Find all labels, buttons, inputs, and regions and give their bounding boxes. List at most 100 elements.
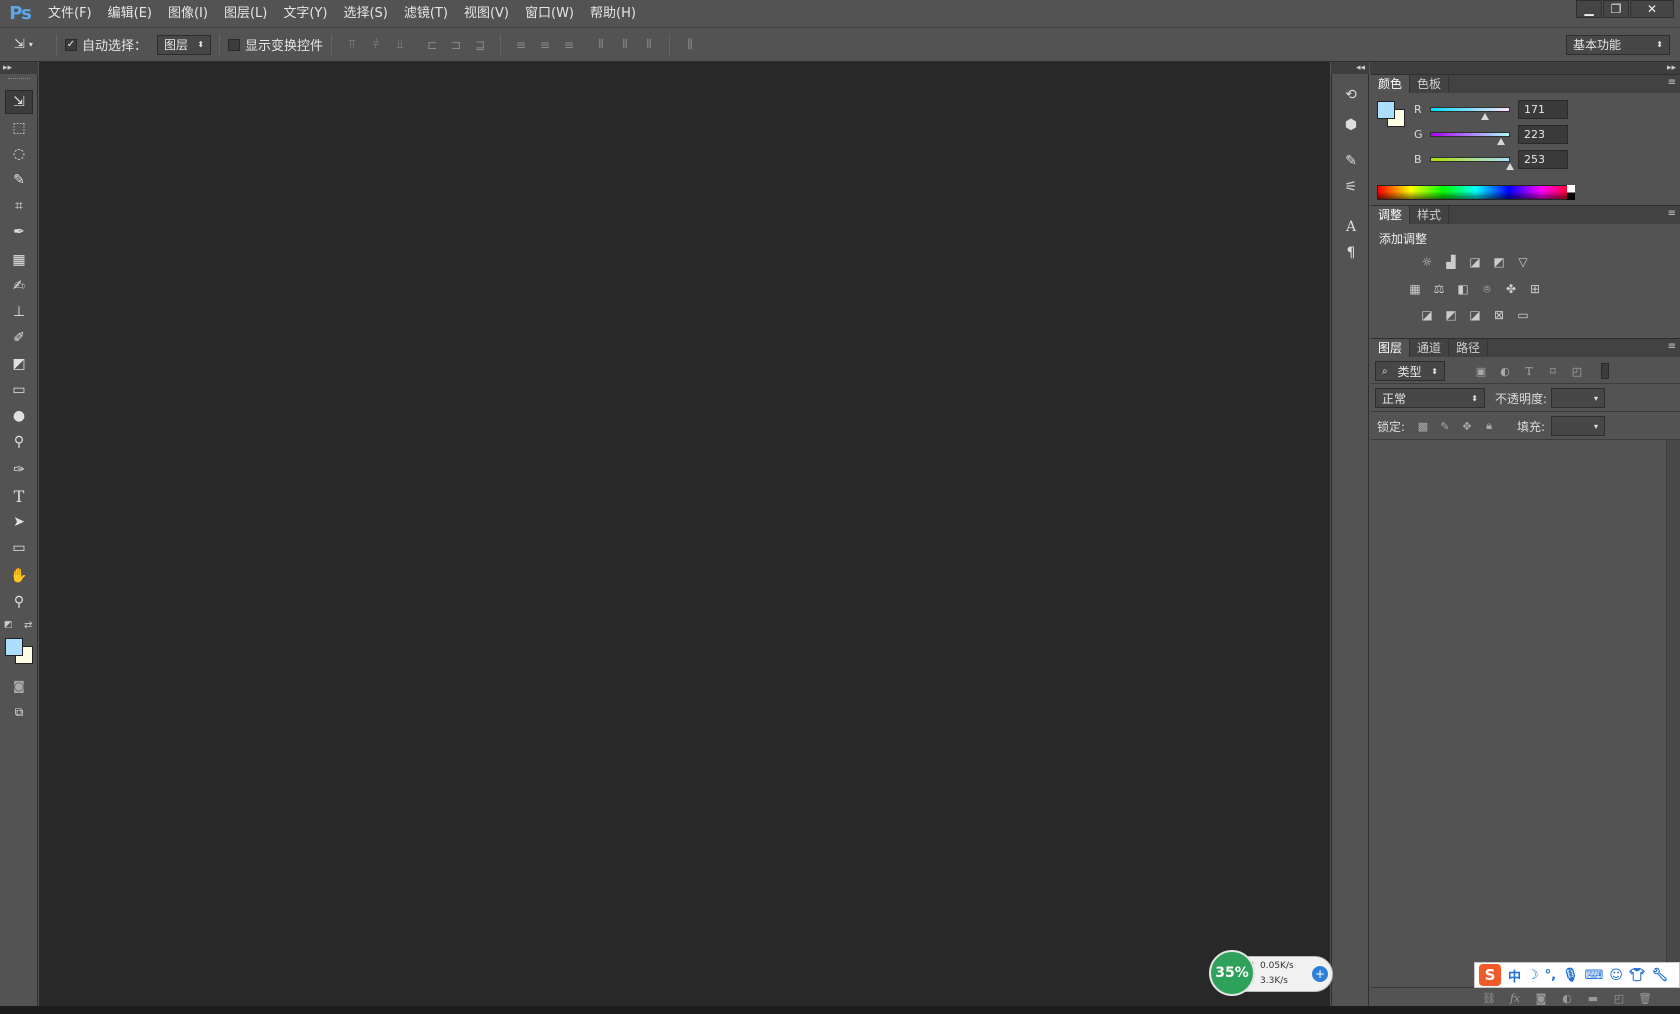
panel-fg-swatch[interactable]	[1377, 101, 1395, 119]
restore-button[interactable]: ❐	[1603, 0, 1629, 18]
green-slider[interactable]	[1430, 131, 1510, 145]
user-icon[interactable]: ☺	[1609, 968, 1623, 983]
paragraph-panel-icon[interactable]: ¶	[1339, 242, 1363, 264]
eraser-tool-icon[interactable]: ◩	[5, 352, 33, 376]
menu-filter[interactable]: 滤镜(T)	[396, 0, 456, 28]
brush-presets-icon[interactable]: ⚟	[1339, 176, 1363, 198]
opacity-field[interactable]: ▾	[1551, 388, 1605, 408]
quick-select-tool-icon[interactable]: ✎	[5, 168, 33, 192]
lock-position-icon[interactable]: ✥	[1459, 418, 1475, 434]
workspace-dropdown[interactable]: 基本功能 ⬍	[1566, 34, 1670, 55]
green-value-field[interactable]: 223	[1518, 124, 1568, 144]
menu-type[interactable]: 文字(Y)	[275, 0, 335, 28]
auto-select-target-dropdown[interactable]: 图层 ⬍	[157, 34, 212, 55]
auto-align-icon[interactable]: ⫼	[681, 37, 699, 53]
quick-mask-icon[interactable]: ◙	[5, 674, 33, 698]
auto-select-checkbox[interactable]: ✓	[65, 38, 77, 51]
hand-tool-icon[interactable]: ✋	[5, 564, 33, 588]
shape-tool-icon[interactable]: ▭	[5, 536, 33, 560]
align-top-icon[interactable]: ⫪	[343, 37, 361, 53]
filter-type-icon[interactable]: T	[1521, 363, 1537, 379]
toolbar-collapse-header[interactable]: ▸▸	[0, 62, 38, 74]
dropdown-arrow-icon[interactable]: ▾	[1594, 422, 1598, 431]
toolbar-grip[interactable]	[8, 78, 30, 81]
red-slider[interactable]	[1430, 106, 1510, 120]
align-hcenter-icon[interactable]: ⊐	[447, 37, 465, 53]
brush-panel-icon[interactable]: ✎	[1339, 150, 1363, 172]
blend-mode-dropdown[interactable]: 正常 ⬍	[1375, 388, 1485, 408]
invert-icon[interactable]: ◪	[1418, 307, 1436, 323]
menu-file[interactable]: 文件(F)	[40, 0, 100, 28]
gradient-tool-icon[interactable]: ▭	[5, 378, 33, 402]
new-layer-icon[interactable]: ◰	[1611, 991, 1627, 1005]
punctuation-icon[interactable]: °,	[1545, 968, 1556, 983]
dropdown-arrow-icon[interactable]: ▾	[1594, 394, 1598, 403]
exposure-icon[interactable]: ◩	[1490, 254, 1508, 270]
tab-adjustments[interactable]: 调整	[1371, 206, 1411, 224]
zoom-tool-icon[interactable]: ⚲	[5, 590, 33, 614]
sogou-logo[interactable]: S	[1479, 964, 1501, 986]
document-canvas-area[interactable]	[39, 62, 1330, 1006]
layer-list[interactable]	[1371, 440, 1671, 986]
network-speed-widget[interactable]: 35% ↑ 0.05K/s ↓ 3.3K/s +	[1209, 950, 1333, 996]
brush-tool-icon[interactable]: ✍	[5, 274, 33, 298]
eyedropper-tool-icon[interactable]: ✒	[5, 220, 33, 244]
gradient-map-icon[interactable]: ▭	[1514, 307, 1532, 323]
blue-slider-thumb[interactable]	[1506, 162, 1515, 170]
distribute-hcenter-icon[interactable]: ⫴	[616, 37, 634, 53]
pen-tool-icon[interactable]: ✑	[5, 458, 33, 482]
filter-pixel-icon[interactable]: ▣	[1473, 363, 1489, 379]
color-balance-icon[interactable]: ⚖	[1430, 281, 1448, 297]
color-lookup-icon[interactable]: ⊞	[1526, 281, 1544, 297]
menu-layer[interactable]: 图层(L)	[216, 0, 275, 28]
distribute-left-icon[interactable]: ⫴	[592, 37, 610, 53]
menu-select[interactable]: 选择(S)	[335, 0, 395, 28]
layer-filter-kind-dropdown[interactable]: ⌕ 类型 ⬍	[1375, 361, 1445, 381]
bw-icon[interactable]: ◧	[1454, 281, 1472, 297]
fill-field[interactable]: ▾	[1551, 416, 1605, 436]
distribute-right-icon[interactable]: ⫴	[640, 37, 658, 53]
panel-menu-icon[interactable]: ≡	[1668, 77, 1676, 88]
boost-plus-icon[interactable]: +	[1312, 966, 1328, 982]
minimize-button[interactable]: ▁	[1576, 0, 1602, 18]
dodge-tool-icon[interactable]: ⚲	[5, 430, 33, 454]
filter-adjustment-icon[interactable]: ◐	[1497, 363, 1513, 379]
keyboard-icon[interactable]: ⌨	[1585, 968, 1604, 983]
new-adjustment-layer-icon[interactable]: ◐	[1559, 991, 1575, 1005]
tab-channels[interactable]: 通道	[1410, 339, 1450, 357]
threshold-icon[interactable]: ◪	[1466, 307, 1484, 323]
distribute-bottom-icon[interactable]: ≡	[560, 37, 578, 53]
type-tool-icon[interactable]: T	[5, 484, 33, 508]
distribute-vcenter-icon[interactable]: ≡	[536, 37, 554, 53]
ime-language-toggle[interactable]: 中	[1508, 966, 1521, 985]
microphone-icon[interactable]: 🎙︎	[1562, 968, 1579, 983]
skin-icon[interactable]: 👕︎	[1629, 968, 1646, 983]
move-tool-preset-icon[interactable]: ⇲ ▾	[14, 37, 48, 52]
panel-menu-icon[interactable]: ≡	[1668, 341, 1676, 352]
moon-icon[interactable]: ☽	[1527, 968, 1539, 983]
vibrance-icon[interactable]: ▽	[1514, 254, 1532, 270]
align-bottom-icon[interactable]: ⫫	[391, 37, 409, 53]
menu-view[interactable]: 视图(V)	[456, 0, 517, 28]
red-slider-thumb[interactable]	[1480, 112, 1489, 120]
marquee-tool-icon[interactable]: ⬚	[5, 116, 33, 140]
right-dock-header[interactable]: ▸▸	[1370, 62, 1680, 74]
tab-styles[interactable]: 样式	[1410, 206, 1450, 224]
wrench-icon[interactable]: 🔧︎	[1651, 968, 1668, 983]
move-tool-icon[interactable]: ⇲	[5, 90, 33, 114]
foreground-color-swatch[interactable]	[5, 638, 23, 656]
filter-smart-object-icon[interactable]: ◰	[1569, 363, 1585, 379]
photo-filter-icon[interactable]: ⌾	[1478, 281, 1496, 297]
history-brush-tool-icon[interactable]: ✐	[5, 326, 33, 350]
filter-shape-icon[interactable]: ⌑	[1545, 363, 1561, 379]
close-button[interactable]: ✕	[1630, 0, 1674, 18]
memory-usage-circle[interactable]: 35%	[1209, 950, 1255, 996]
add-mask-icon[interactable]: ◙	[1533, 991, 1549, 1005]
color-spectrum-bar[interactable]	[1377, 185, 1575, 200]
align-vcenter-icon[interactable]: ⫩	[367, 37, 385, 53]
posterize-icon[interactable]: ◩	[1442, 307, 1460, 323]
panel-menu-icon[interactable]: ≡	[1668, 208, 1676, 219]
menu-edit[interactable]: 编辑(E)	[100, 0, 160, 28]
menu-help[interactable]: 帮助(H)	[582, 0, 644, 28]
link-layers-icon[interactable]: ⛓	[1481, 991, 1497, 1005]
